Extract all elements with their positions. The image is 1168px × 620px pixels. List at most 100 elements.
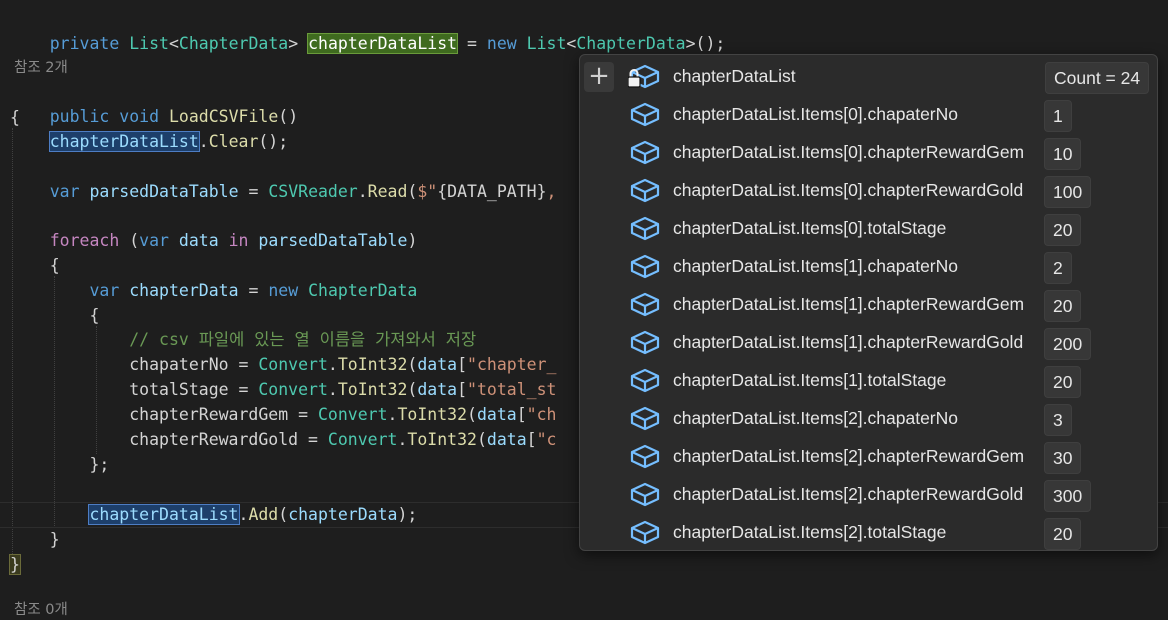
datatip-row[interactable]: chapterDataList.Items[1].chapterRewardGo… xyxy=(580,323,1157,361)
datatip-expression-name[interactable]: chapterDataList.Items[0].chapterRewardGe… xyxy=(673,133,1024,171)
field-object-icon xyxy=(628,443,662,469)
method-toint32[interactable]: ToInt32 xyxy=(407,430,477,449)
method-toint32[interactable]: ToInt32 xyxy=(397,405,467,424)
code-line-initializer-open[interactable]: { xyxy=(10,304,99,328)
datatip-value[interactable]: 10 xyxy=(1044,138,1082,170)
method-clear[interactable]: Clear xyxy=(209,132,259,151)
datatip-expression-name[interactable]: chapterDataList.Items[2].chapterRewardGo… xyxy=(673,475,1023,513)
datatip-row[interactable]: chapterDataList.Items[0].chapterRewardGo… xyxy=(580,171,1157,209)
variable-chapterdata[interactable]: chapterData xyxy=(288,505,397,524)
datatip-value[interactable]: 200 xyxy=(1044,328,1092,360)
type-convert[interactable]: Convert xyxy=(258,355,328,374)
datatip-expression-name[interactable]: chapterDataList.Items[1].chapaterNo xyxy=(673,247,958,285)
dot: . xyxy=(198,132,209,151)
property-chapterrewardgold[interactable]: chapterRewardGold xyxy=(129,430,298,449)
variable-parseddatatable[interactable]: parsedDataTable xyxy=(90,182,239,201)
variable-data[interactable]: data xyxy=(179,231,219,250)
symbol-chapterdatalist-definition[interactable]: chapterDataList xyxy=(307,33,459,54)
datatip-row[interactable]: chapterDataList.Items[1].chapterRewardGe… xyxy=(580,285,1157,323)
datatip-expression-name[interactable]: chapterDataList.Items[2].totalStage xyxy=(673,513,946,550)
codelens-references[interactable]: 참조 0개 xyxy=(14,600,68,620)
code-line-assign-chapterrewardgem[interactable]: chapterRewardGem = Convert.ToInt32(data[… xyxy=(10,403,556,427)
variable-parseddatatable[interactable]: parsedDataTable xyxy=(258,231,407,250)
code-line-add[interactable]: chapterDataList.Add(chapterData); xyxy=(10,503,417,527)
property-chapaterno[interactable]: chapaterNo xyxy=(129,355,228,374)
code-line-assign-chapterrewardgold[interactable]: chapterRewardGold = Convert.ToInt32(data… xyxy=(10,428,556,452)
code-line-field-declaration[interactable]: private List<ChapterData> chapterDataLis… xyxy=(10,8,725,54)
code-line-initializer-close[interactable]: }; xyxy=(10,453,109,477)
field-object-icon xyxy=(628,519,662,545)
datatip-value[interactable]: 3 xyxy=(1044,404,1072,436)
variable-chapterdata[interactable]: chapterData xyxy=(129,281,238,300)
datatip-row[interactable]: chapterDataList.Items[0].totalStage 20 xyxy=(580,209,1157,247)
variable-data[interactable]: data xyxy=(487,430,527,449)
datatip-row[interactable]: chapterDataList.Items[2].chapaterNo 3 xyxy=(580,399,1157,437)
datatip-expression-name[interactable]: chapterDataList.Items[2].chapterRewardGe… xyxy=(673,437,1024,475)
keyword-var: var xyxy=(139,231,169,250)
datatip-row[interactable]: chapterDataList.Items[0].chapterRewardGe… xyxy=(580,133,1157,171)
add-watch-button[interactable]: + xyxy=(584,62,614,92)
datatip-value[interactable]: 300 xyxy=(1044,480,1092,512)
datatip-row[interactable]: chapterDataList.Items[2].chapterRewardGe… xyxy=(580,437,1157,475)
datatip-value[interactable]: 20 xyxy=(1044,290,1082,322)
interpolated-string-start: $" xyxy=(417,182,438,201)
code-line-method-declaration[interactable]: public void LoadCSVFile() xyxy=(10,81,298,126)
code-line-parse[interactable]: var parsedDataTable = CSVReader.Read($"{… xyxy=(10,180,557,204)
property-totalstage[interactable]: totalStage xyxy=(129,380,228,399)
paren-close: ) xyxy=(407,231,418,250)
method-name-loadcsvfile[interactable]: LoadCSVFile xyxy=(169,107,278,126)
datatip-value[interactable]: 20 xyxy=(1044,366,1082,398)
assign-operator: = xyxy=(228,355,259,374)
datatip-expression-name[interactable]: chapterDataList.Items[0].totalStage xyxy=(673,209,946,247)
method-read[interactable]: Read xyxy=(368,182,408,201)
datatip-expression-name[interactable]: chapterDataList.Items[1].totalStage xyxy=(673,361,946,399)
type-convert[interactable]: Convert xyxy=(318,405,388,424)
datatip-value[interactable]: 100 xyxy=(1044,176,1092,208)
datatip-expression-name[interactable]: chapterDataList.Items[1].chapterRewardGe… xyxy=(673,285,1024,323)
method-toint32[interactable]: ToInt32 xyxy=(338,380,408,399)
code-line-comment[interactable]: // csv 파일에 있는 열 이름을 가져와서 저장 xyxy=(10,328,476,352)
datatip-row[interactable]: + chapterDataList Count = 24 xyxy=(580,57,1157,95)
datatip-value[interactable]: 20 xyxy=(1044,214,1082,246)
code-line-assign-totalstage[interactable]: totalStage = Convert.ToInt32(data["total… xyxy=(10,378,556,402)
type-convert[interactable]: Convert xyxy=(328,430,398,449)
datatip-expression-name[interactable]: chapterDataList xyxy=(673,57,796,95)
symbol-chapterdatalist-reference[interactable]: chapterDataList xyxy=(88,504,240,525)
code-line-new-chapterdata[interactable]: var chapterData = new ChapterData xyxy=(10,279,417,303)
datatip-row[interactable]: chapterDataList.Items[0].chapaterNo 1 xyxy=(580,95,1157,133)
type-csvreader[interactable]: CSVReader xyxy=(268,182,357,201)
datatip-expression-name[interactable]: chapterDataList.Items[0].chapterRewardGo… xyxy=(673,171,1023,209)
code-line-method-close[interactable]: } xyxy=(9,553,21,577)
code-line-clear[interactable]: chapterDataList.Clear(); xyxy=(10,130,288,154)
datatip-value[interactable]: 1 xyxy=(1044,100,1072,132)
method-toint32[interactable]: ToInt32 xyxy=(338,355,408,374)
datatip-expression-name[interactable]: chapterDataList.Items[1].chapterRewardGo… xyxy=(673,323,1023,361)
datatip-row[interactable]: chapterDataList.Items[2].chapterRewardGo… xyxy=(580,475,1157,513)
variable-data[interactable]: data xyxy=(477,405,517,424)
variable-data[interactable]: data xyxy=(417,355,457,374)
variable-data[interactable]: data xyxy=(417,380,457,399)
datatip-value[interactable]: 20 xyxy=(1044,518,1082,550)
datatip-value[interactable]: Count = 24 xyxy=(1045,62,1150,94)
type-chapterdata[interactable]: ChapterData xyxy=(308,281,417,300)
code-line-assign-chapaterno[interactable]: chapaterNo = Convert.ToInt32(data["chapt… xyxy=(10,353,556,377)
datatip-expression-name[interactable]: chapterDataList.Items[2].chapaterNo xyxy=(673,399,958,437)
method-add[interactable]: Add xyxy=(248,505,278,524)
type-convert[interactable]: Convert xyxy=(258,380,328,399)
symbol-chapterdatalist-reference[interactable]: chapterDataList xyxy=(48,131,200,152)
code-line-foreach-open[interactable]: { xyxy=(10,254,60,278)
datatip-row[interactable]: chapterDataList.Items[2].totalStage 20 xyxy=(580,513,1157,550)
property-chapterrewardgem[interactable]: chapterRewardGem xyxy=(129,405,288,424)
code-line-foreach[interactable]: foreach (var data in parsedDataTable) xyxy=(10,229,418,253)
datatip-value[interactable]: 30 xyxy=(1044,442,1082,474)
datatip-row[interactable]: chapterDataList.Items[1].chapaterNo 2 xyxy=(580,247,1157,285)
datatip-value[interactable]: 2 xyxy=(1044,252,1072,284)
code-line-method-open-brace[interactable]: { xyxy=(10,106,20,130)
datatip-expression-name[interactable]: chapterDataList.Items[0].chapaterNo xyxy=(673,95,958,133)
codelens-references[interactable]: 참조 2개 xyxy=(14,58,68,78)
debugger-datatip[interactable]: + chapterDataList Count = 24 chapterDataLis… xyxy=(579,54,1158,551)
datatip-row[interactable]: chapterDataList.Items[1].totalStage 20 xyxy=(580,361,1157,399)
comment: // csv 파일에 있는 열 이름을 가져와서 저장 xyxy=(129,330,477,349)
paren-open: ( xyxy=(467,405,477,424)
code-line-foreach-close[interactable]: } xyxy=(10,528,60,552)
